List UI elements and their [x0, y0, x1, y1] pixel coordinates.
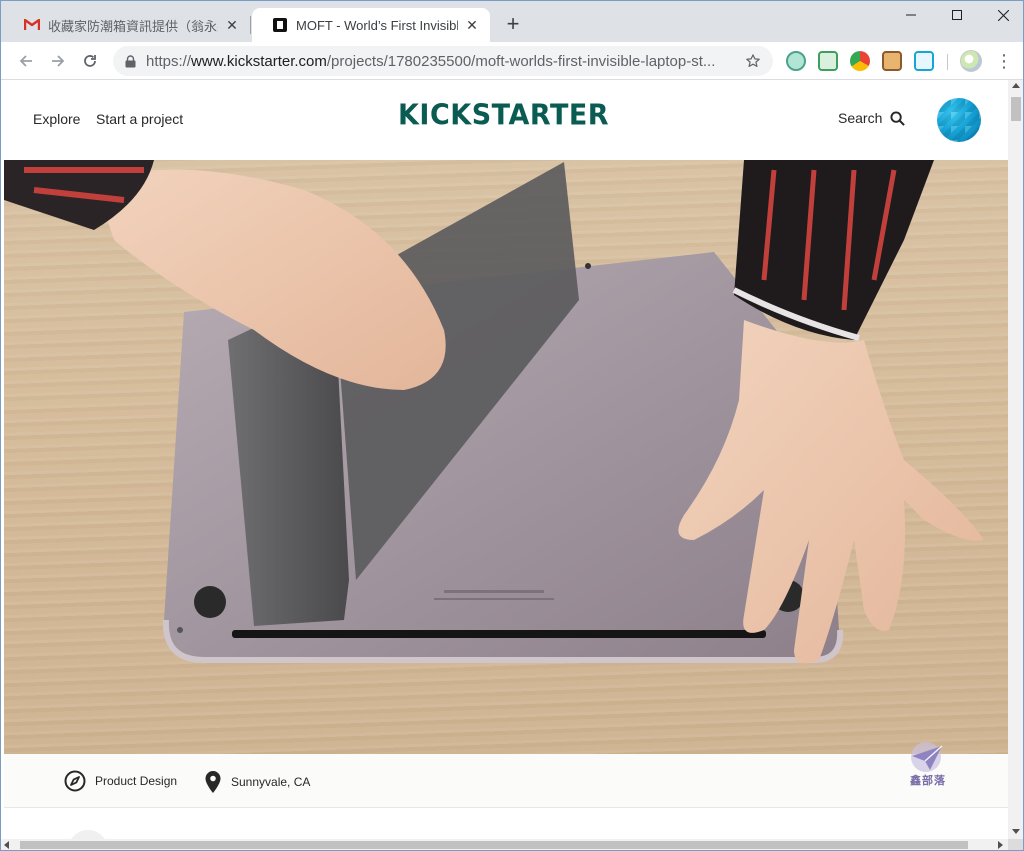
- arrow-left-icon: [19, 55, 32, 67]
- window-close-button[interactable]: [980, 0, 1024, 30]
- project-meta-bar: Product Design Sunnyvale, CA: [4, 754, 1008, 808]
- scrollbar-corner: [1008, 839, 1024, 851]
- reload-icon: [84, 55, 96, 67]
- reload-button[interactable]: [78, 49, 102, 73]
- tab-divider: [250, 16, 251, 34]
- tab-gmail[interactable]: 收藏家防潮箱資訊提供（翁永鑫 ✕: [4, 8, 250, 42]
- category-label: Product Design: [95, 774, 178, 788]
- extension-icon[interactable]: [914, 51, 934, 71]
- lock-icon: [123, 54, 137, 68]
- tab-strip: 收藏家防潮箱資訊提供（翁永鑫 ✕ MOFT - World’s First In…: [0, 0, 1024, 42]
- maximize-icon: [952, 10, 962, 20]
- user-avatar[interactable]: [937, 98, 981, 142]
- scroll-right-arrow-icon[interactable]: [998, 841, 1003, 849]
- watermark-text: 鑫部落: [910, 775, 946, 787]
- maximize-button[interactable]: [934, 0, 980, 30]
- url-path: /projects/1780235500/moft-worlds-first-i…: [326, 52, 716, 70]
- compass-icon: [64, 770, 86, 792]
- menu-dots-icon[interactable]: ⋮: [994, 51, 1014, 71]
- extension-icon[interactable]: [818, 51, 838, 71]
- back-button[interactable]: [14, 49, 38, 73]
- url-host: www.kickstarter.com: [191, 52, 327, 70]
- tab-title: 收藏家防潮箱資訊提供（翁永鑫: [48, 18, 218, 34]
- horizontal-scrollbar[interactable]: [0, 839, 1008, 851]
- url-text[interactable]: https://www.kickstarter.com/projects/178…: [146, 53, 741, 70]
- location-label: Sunnyvale, CA: [231, 775, 311, 789]
- scroll-up-arrow-icon[interactable]: [1012, 83, 1020, 88]
- address-bar[interactable]: https://www.kickstarter.com/projects/178…: [113, 46, 773, 76]
- scroll-thumb[interactable]: [20, 841, 968, 849]
- close-icon[interactable]: ✕: [464, 17, 480, 34]
- arrow-right-icon: [52, 55, 65, 67]
- close-icon: [997, 9, 1009, 21]
- forward-button[interactable]: [46, 49, 70, 73]
- vertical-scrollbar[interactable]: [1008, 80, 1024, 839]
- tab-kickstarter[interactable]: MOFT - World’s First Invisible Laptop St…: [252, 8, 490, 42]
- project-video[interactable]: [4, 160, 1008, 754]
- minimize-button[interactable]: [888, 0, 934, 30]
- page-content-below: [4, 808, 1008, 851]
- search-button[interactable]: Search: [838, 110, 906, 126]
- search-label: Search: [838, 110, 883, 126]
- video-frame-illustration: [4, 160, 984, 664]
- nav-start-project[interactable]: Start a project: [96, 111, 183, 127]
- browser-toolbar: https://www.kickstarter.com/projects/178…: [0, 42, 1024, 80]
- close-icon[interactable]: ✕: [224, 17, 240, 34]
- watermark: 鑫部落: [906, 740, 956, 787]
- gmail-icon: [24, 17, 40, 33]
- toolbar-divider: [947, 54, 948, 70]
- scroll-thumb[interactable]: [1011, 97, 1021, 121]
- extension-icon[interactable]: [882, 51, 902, 71]
- extension-icon[interactable]: [786, 51, 806, 71]
- location-link[interactable]: Sunnyvale, CA: [204, 770, 310, 794]
- url-scheme: https://: [146, 52, 192, 70]
- kickstarter-logo[interactable]: KICKSTARTER: [398, 99, 609, 132]
- map-pin-icon: [204, 770, 222, 794]
- nav-explore[interactable]: Explore: [33, 111, 80, 127]
- category-link[interactable]: Product Design: [64, 770, 177, 792]
- kickstarter-icon: [272, 17, 288, 33]
- profile-avatar[interactable]: [960, 50, 982, 72]
- paper-plane-logo: [911, 742, 943, 772]
- page-viewport: Explore Start a project KICKSTARTER Sear…: [0, 80, 1024, 851]
- search-icon: [890, 110, 906, 126]
- new-tab-button[interactable]: +: [500, 12, 526, 38]
- scroll-down-arrow-icon[interactable]: [1012, 829, 1020, 834]
- extension-icon[interactable]: [850, 51, 870, 71]
- star-icon[interactable]: [741, 49, 765, 73]
- minimize-icon: [906, 14, 916, 16]
- tab-title: MOFT - World’s First Invisible Laptop St…: [296, 17, 458, 33]
- scroll-left-arrow-icon[interactable]: [4, 841, 9, 849]
- site-header: Explore Start a project KICKSTARTER Sear…: [4, 80, 1008, 160]
